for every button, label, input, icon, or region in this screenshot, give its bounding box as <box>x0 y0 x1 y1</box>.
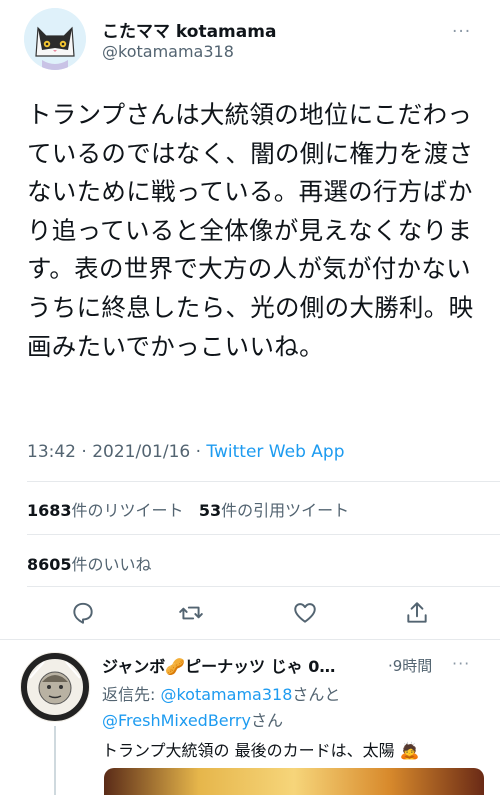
quote-count: 53 <box>198 501 222 520</box>
meta-separator: · <box>81 442 93 462</box>
share-icon <box>407 602 427 623</box>
retweet-stats: 1683件のリツイート 53件の引用ツイート <box>27 497 349 521</box>
reply-icon <box>73 602 93 624</box>
quote-label: 件の引用ツイート <box>221 501 350 520</box>
like-button[interactable] <box>292 600 322 628</box>
divider <box>27 534 500 535</box>
mention-freshmixedberry[interactable]: @FreshMixedBerry <box>102 711 251 730</box>
reply-button[interactable] <box>70 600 100 628</box>
retweet-button[interactable] <box>178 600 208 628</box>
reply-text: トランプ大統領の 最後のカードは、太陽 🙇 <box>102 741 420 760</box>
tweet-client[interactable]: Twitter Web App <box>206 442 344 462</box>
reply-media-image[interactable] <box>104 768 484 795</box>
heart-icon <box>294 603 316 623</box>
retweet-count: 1683 <box>27 501 72 520</box>
reply-to-prefix: 返信先: <box>102 685 161 704</box>
tweet-text: トランプさんは大統領の地位にこだわっているのではなく、闇の側に権力を渡さないため… <box>27 100 474 361</box>
retweet-icon <box>179 606 203 620</box>
tweet-date[interactable]: 2021/01/16 <box>92 442 190 462</box>
tweet-time[interactable]: 13:42 <box>27 442 76 462</box>
mention-kotamama[interactable]: @kotamama318 <box>160 685 292 704</box>
quotes-link[interactable]: 53件の引用ツイート <box>199 501 349 520</box>
reply-display-name[interactable]: ジャンボ🥜ピーナッツ じゃ 0… <box>102 653 335 677</box>
user-avatar[interactable] <box>24 8 86 70</box>
divider <box>27 481 500 482</box>
thread-line <box>54 726 56 795</box>
reply-more-options-icon[interactable]: ··· <box>452 654 470 673</box>
mention-joiner: さんと <box>292 685 341 704</box>
user-handle[interactable]: @kotamama318 <box>102 42 234 61</box>
retweets-link[interactable]: 1683件のリツイート <box>27 501 184 520</box>
like-label: 件のいいね <box>71 555 152 574</box>
like-count: 8605 <box>27 555 72 574</box>
section-divider <box>0 639 500 640</box>
share-button[interactable] <box>404 600 434 628</box>
mention-suffix: さん <box>250 711 283 730</box>
reply-avatar[interactable] <box>20 652 90 722</box>
divider <box>27 586 500 587</box>
replying-to: 返信先: @kotamama318さんと @FreshMixedBerryさん <box>102 682 482 734</box>
retweet-label: 件のリツイート <box>71 501 184 520</box>
reply-time[interactable]: ·9時間 <box>388 655 432 676</box>
display-name[interactable]: こたママ kotamama <box>102 17 276 42</box>
meta-separator: · <box>195 442 207 462</box>
likes-link[interactable]: 8605件のいいね <box>27 551 152 575</box>
tweet-meta: 13:42 · 2021/01/16 · Twitter Web App <box>27 442 344 462</box>
more-options-icon[interactable]: ··· <box>452 22 471 42</box>
